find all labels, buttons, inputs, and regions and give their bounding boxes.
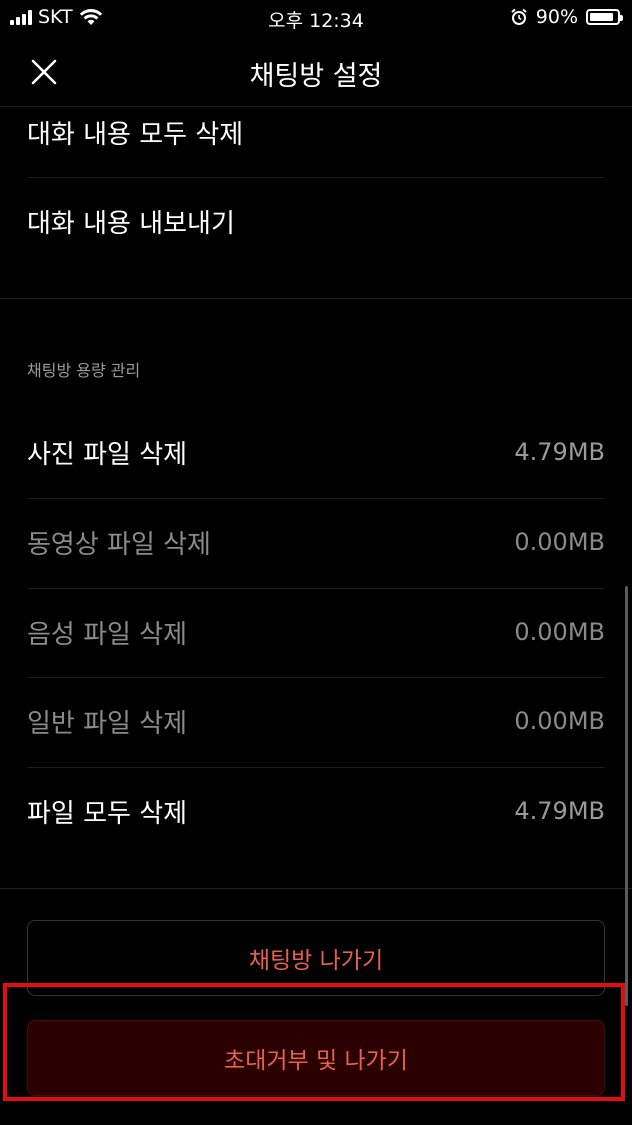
delete-photos-row[interactable]: 사진 파일 삭제 4.79MB xyxy=(27,428,605,476)
divider xyxy=(27,498,605,499)
section-divider xyxy=(0,888,632,889)
row-label: 동영상 파일 삭제 xyxy=(27,529,211,560)
alarm-icon xyxy=(510,8,528,26)
row-label: 파일 모두 삭제 xyxy=(27,798,188,829)
divider xyxy=(27,767,605,768)
delete-all-chat-row[interactable]: 대화 내용 모두 삭제 xyxy=(27,108,605,156)
row-value: 0.00MB xyxy=(514,618,605,646)
delete-videos-row[interactable]: 동영상 파일 삭제 0.00MB xyxy=(27,518,605,566)
battery-icon xyxy=(586,9,623,25)
divider xyxy=(27,677,605,678)
delete-voice-row[interactable]: 음성 파일 삭제 0.00MB xyxy=(27,608,605,656)
row-label: 일반 파일 삭제 xyxy=(27,708,188,739)
scrollbar[interactable] xyxy=(625,586,628,1006)
section-label: 채팅방 용량 관리 xyxy=(27,361,141,380)
divider xyxy=(27,588,605,589)
section-divider xyxy=(0,298,632,299)
status-bar: SKT 오후 12:34 90% xyxy=(0,0,632,36)
header: 채팅방 설정 xyxy=(0,36,632,107)
row-label: 음성 파일 삭제 xyxy=(27,619,188,650)
battery-fill xyxy=(590,13,614,21)
row-label: 대화 내용 모두 삭제 xyxy=(27,119,244,150)
page-title: 채팅방 설정 xyxy=(249,61,383,92)
battery-percent: 90% xyxy=(535,6,578,28)
delete-all-files-row[interactable]: 파일 모두 삭제 4.79MB xyxy=(27,787,605,835)
row-value: 4.79MB xyxy=(514,797,605,825)
export-chat-row[interactable]: 대화 내용 내보내기 xyxy=(27,196,605,246)
row-value: 4.79MB xyxy=(514,438,605,466)
status-right: 90% xyxy=(510,6,623,28)
divider xyxy=(27,177,605,178)
row-value: 0.00MB xyxy=(514,528,605,556)
reject-and-leave-button[interactable]: 초대거부 및 나가기 xyxy=(27,1020,605,1096)
row-label: 대화 내용 내보내기 xyxy=(27,208,235,239)
row-label: 사진 파일 삭제 xyxy=(27,439,188,470)
delete-general-files-row[interactable]: 일반 파일 삭제 0.00MB xyxy=(27,697,605,745)
row-value: 0.00MB xyxy=(514,707,605,735)
